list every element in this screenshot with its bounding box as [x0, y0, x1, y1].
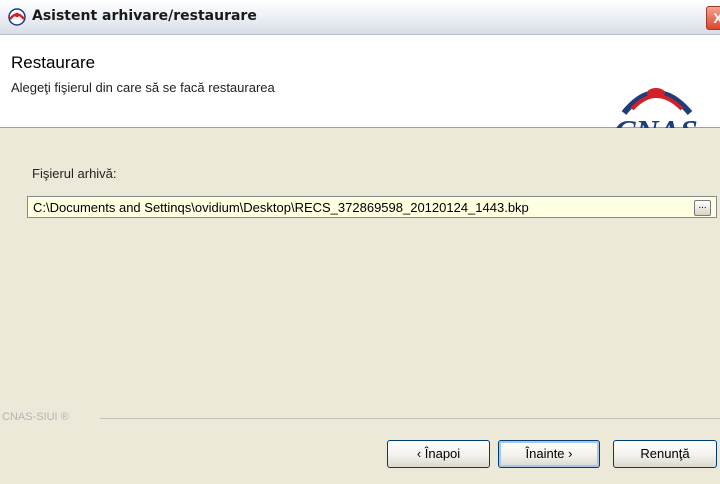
page-title: Restaurare: [11, 53, 96, 72]
next-button[interactable]: Înainte ›: [498, 440, 600, 468]
page-subtitle: Alegeţi fişierul din care să se facă res…: [11, 80, 275, 95]
title-bar[interactable]: Asistent arhivare/restaurare X: [0, 0, 720, 35]
cancel-button[interactable]: Renunţă: [613, 440, 717, 468]
archive-file-label: Fişierul arhivă:: [32, 166, 117, 181]
close-button[interactable]: X: [706, 6, 720, 30]
browse-button[interactable]: ...: [694, 200, 711, 216]
wizard-header: Restaurare Alegeţi fişierul din care să …: [0, 35, 720, 149]
footer-divider: [100, 418, 720, 419]
archive-path-input[interactable]: C:\Documents and Settinqs\ovidium\Deskto…: [27, 196, 717, 218]
brand-label: CNAS-SIUI ®: [2, 411, 75, 423]
window-title: Asistent arhivare/restaurare: [32, 8, 257, 24]
wizard-content: Fişierul arhivă: C:\Documents and Settin…: [0, 128, 720, 484]
back-button[interactable]: ‹ Înapoi: [387, 440, 490, 468]
close-icon: X: [713, 10, 720, 26]
archive-path-value: C:\Documents and Settinqs\ovidium\Deskto…: [33, 200, 529, 215]
cnas-logo-icon: [8, 8, 26, 26]
wizard-window: Asistent arhivare/restaurare X Restaurar…: [0, 0, 720, 484]
